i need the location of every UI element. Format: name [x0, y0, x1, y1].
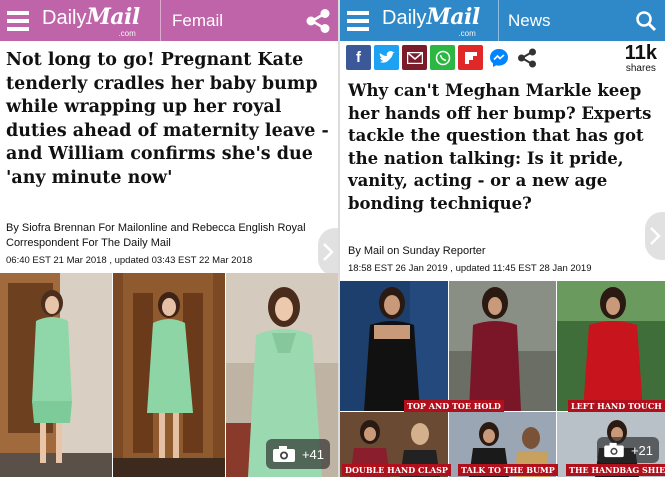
search-button[interactable] — [627, 0, 665, 41]
email-icon[interactable] — [402, 45, 427, 70]
hamburger-menu-button[interactable] — [340, 0, 376, 41]
camera-icon — [272, 446, 295, 462]
caption-top-and-toe-hold: TOP AND TOE HOLD — [404, 400, 504, 412]
messenger-icon[interactable] — [486, 45, 511, 70]
kate-photo-1[interactable] — [0, 273, 112, 477]
caption-the-handbag-shield: THE HANDBAG SHIELD — [566, 464, 665, 476]
whatsapp-icon[interactable] — [430, 45, 455, 70]
social-share-bar: f — [346, 45, 539, 70]
kate-photo-3[interactable]: +41 — [226, 273, 338, 477]
news-article-panel: DailyMail .com News f 11k shares Why can… — [340, 0, 665, 477]
share-count: 11k shares — [625, 43, 657, 74]
meghan-photo-1[interactable] — [340, 281, 448, 411]
femail-top-bar: DailyMail .com Femail — [0, 0, 338, 41]
kate-photo-2[interactable] — [113, 273, 225, 477]
gallery-count: +21 — [630, 442, 653, 458]
logo-daily-text: Daily — [382, 7, 427, 29]
flipboard-icon[interactable] — [458, 45, 483, 70]
section-divider — [498, 0, 499, 41]
article-dateline: 06:40 EST 21 Mar 2018 , updated 03:43 ES… — [6, 255, 253, 266]
hamburger-icon — [347, 10, 369, 31]
chevron-right-icon — [323, 243, 334, 261]
section-name-femail[interactable]: Femail — [172, 11, 223, 31]
search-icon — [636, 10, 657, 31]
section-divider — [160, 0, 161, 41]
caption-left-hand-touch: LEFT HAND TOUCH — [568, 400, 665, 412]
share-count-number: 11k — [624, 42, 657, 64]
article-byline: By Siofra Brennan For Mailonline and Reb… — [6, 222, 306, 249]
gallery-count-badge[interactable]: +21 — [596, 437, 659, 463]
article-headline[interactable]: Not long to go! Pregnant Kate tenderly c… — [6, 49, 332, 190]
share-button[interactable] — [298, 0, 338, 41]
gallery-count: +41 — [301, 446, 324, 462]
camera-icon — [604, 442, 624, 458]
dailymail-logo[interactable]: DailyMail .com — [382, 4, 480, 38]
logo-mail-text: Mail — [86, 4, 140, 30]
article-dateline: 18:58 EST 26 Jan 2019 , updated 11:45 ES… — [348, 263, 592, 274]
chevron-right-icon — [650, 227, 661, 245]
hamburger-icon — [7, 10, 29, 31]
caption-talk-to-the-bump: TALK TO THE BUMP — [458, 464, 558, 476]
logo-com-text: .com — [118, 29, 136, 38]
share-icon — [306, 8, 330, 33]
section-name-news[interactable]: News — [508, 11, 551, 31]
hamburger-menu-button[interactable] — [0, 0, 36, 41]
facebook-icon[interactable]: f — [346, 45, 371, 70]
logo-com-text: .com — [458, 29, 476, 38]
meghan-photo-3[interactable] — [557, 281, 665, 411]
dailymail-logo[interactable]: DailyMail .com — [42, 4, 140, 38]
twitter-icon[interactable] — [374, 45, 399, 70]
share-count-label: shares — [625, 63, 656, 74]
caption-double-hand-clasp: DOUBLE HAND CLASP — [342, 464, 451, 476]
logo-mail-text: Mail — [426, 4, 480, 30]
article-byline: By Mail on Sunday Reporter — [348, 245, 486, 257]
news-top-bar: DailyMail .com News — [340, 0, 665, 41]
next-article-button[interactable] — [645, 212, 665, 260]
share-icon[interactable] — [514, 45, 539, 70]
femail-article-panel: DailyMail .com Femail Not long to go! Pr… — [0, 0, 338, 477]
article-headline[interactable]: Why can't Meghan Markle keep her hands o… — [348, 80, 663, 215]
meghan-photo-2[interactable] — [449, 281, 556, 411]
next-article-button[interactable] — [318, 228, 338, 276]
gallery-count-badge[interactable]: +41 — [265, 439, 330, 469]
logo-daily-text: Daily — [42, 7, 87, 29]
